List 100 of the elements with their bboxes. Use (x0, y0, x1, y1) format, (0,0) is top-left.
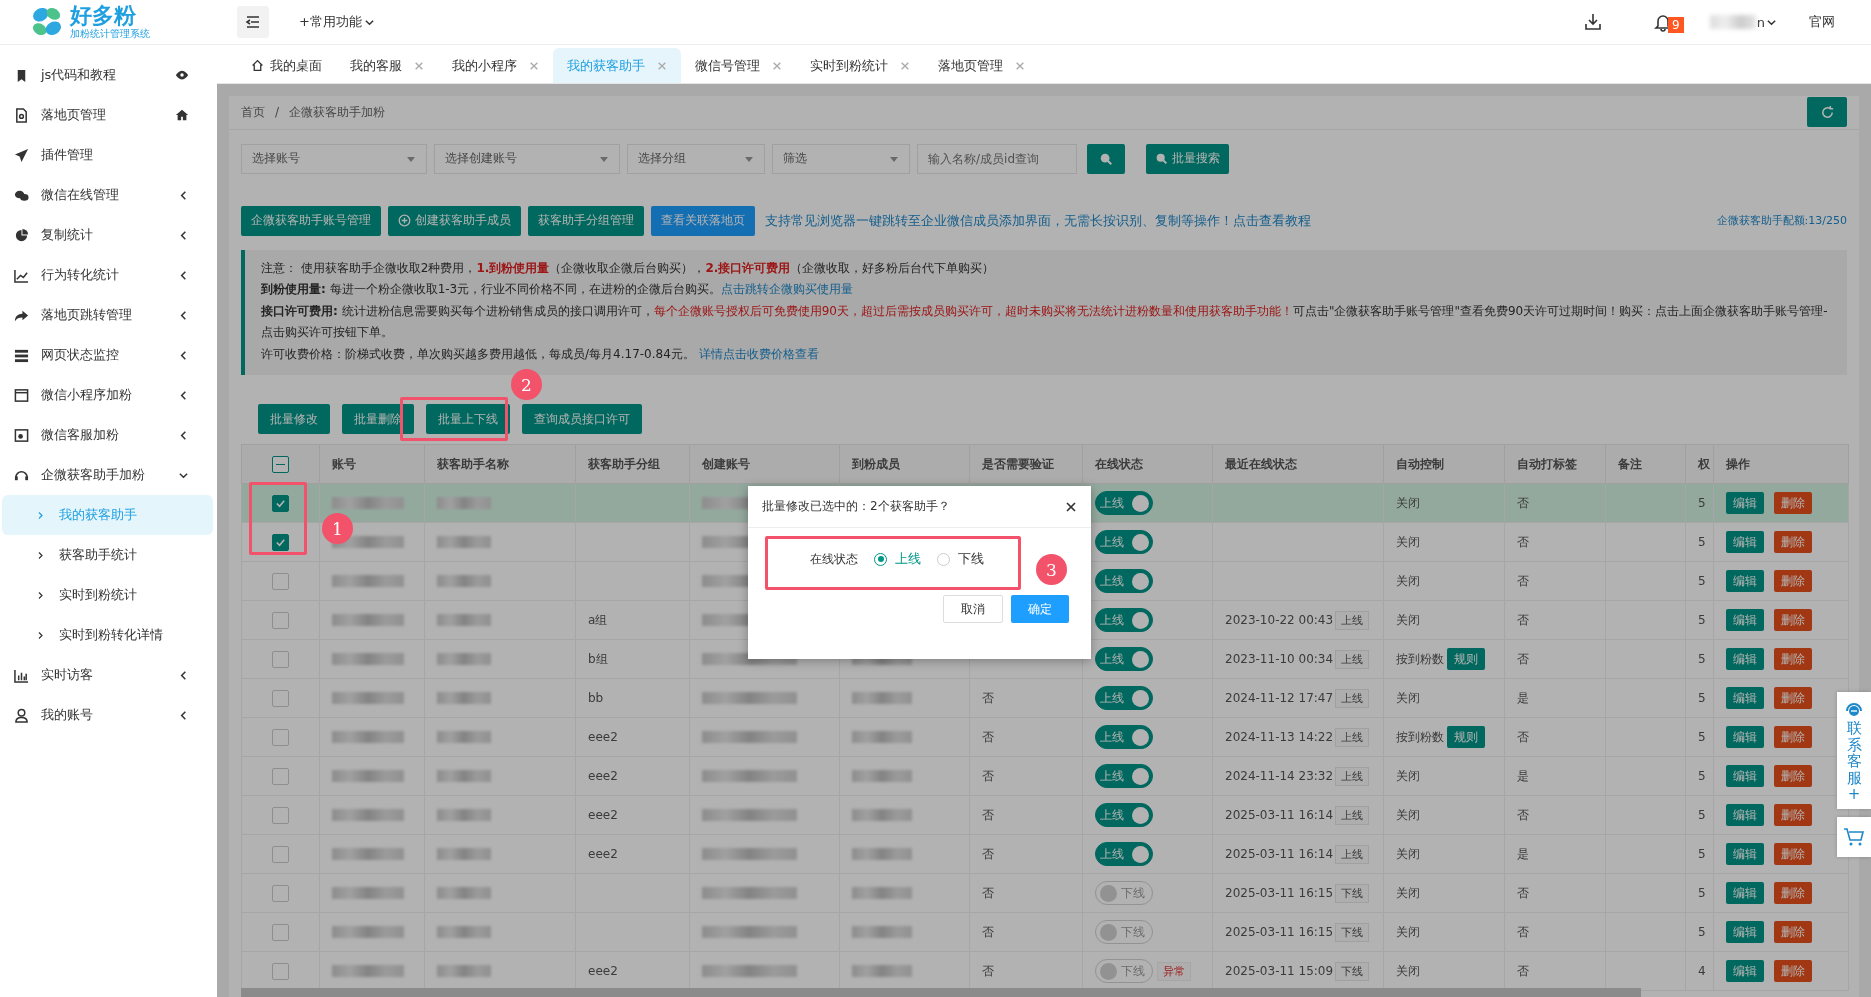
online-toggle[interactable]: 上线 (1095, 608, 1153, 632)
sidebar-item[interactable]: 微信小程序加粉 (0, 375, 217, 415)
bulk-button[interactable]: 批量修改 (258, 404, 330, 434)
action-button[interactable]: 企微获客助手账号管理 (241, 205, 381, 236)
online-toggle[interactable]: 上线 (1095, 725, 1153, 749)
row-checkbox[interactable] (272, 845, 289, 863)
batch-search-button[interactable]: 批量搜索 (1146, 143, 1229, 174)
delete-button[interactable]: 删除 (1774, 570, 1812, 592)
confirm-button[interactable]: 确定 (1011, 595, 1069, 623)
edit-button[interactable]: 编辑 (1726, 570, 1764, 592)
delete-button[interactable]: 删除 (1774, 921, 1812, 943)
row-checkbox[interactable] (272, 611, 289, 629)
online-toggle[interactable]: 上线 (1095, 569, 1153, 593)
edit-button[interactable]: 编辑 (1726, 804, 1764, 826)
sidebar-item[interactable]: 落地页跳转管理 (0, 295, 217, 335)
dropdown[interactable]: 选择分组 (627, 143, 765, 174)
action-button[interactable]: 创建获客助手成员 (388, 205, 521, 236)
sidebar-subitem[interactable]: 实时到粉转化详情 (2, 615, 213, 655)
edit-button[interactable]: 编辑 (1726, 765, 1764, 787)
sidebar-subitem[interactable]: 实时到粉统计 (2, 575, 213, 615)
scrollbar[interactable] (241, 988, 1641, 997)
notice-link[interactable]: 详情点击收费价格查看 (698, 346, 819, 361)
search-field[interactable]: 输入名称/成员id查询 (917, 143, 1077, 174)
select-all-checkbox[interactable] (272, 455, 289, 473)
edit-button[interactable]: 编辑 (1726, 726, 1764, 748)
sidebar-item[interactable]: 微信在线管理 (0, 175, 217, 215)
online-toggle[interactable]: 下线 (1095, 959, 1153, 983)
sidebar-subitem[interactable]: 获客助手统计 (2, 535, 213, 575)
edit-button[interactable]: 编辑 (1726, 687, 1764, 709)
online-toggle[interactable]: 上线 (1095, 491, 1153, 515)
sidebar-item[interactable]: 微信客服加粉 (0, 415, 217, 455)
row-checkbox[interactable] (272, 962, 289, 980)
sidebar-item[interactable]: 企微获客助手加粉 (0, 455, 217, 495)
delete-button[interactable]: 删除 (1774, 609, 1812, 631)
rule-button[interactable]: 规则 (1447, 726, 1485, 748)
row-checkbox[interactable] (272, 728, 289, 746)
delete-button[interactable]: 删除 (1774, 648, 1812, 670)
row-checkbox[interactable] (272, 689, 289, 707)
edit-button[interactable]: 编辑 (1726, 960, 1764, 982)
tab[interactable]: 落地页管理 (924, 48, 1039, 83)
delete-button[interactable]: 删除 (1774, 531, 1812, 553)
edit-button[interactable]: 编辑 (1726, 882, 1764, 904)
sidebar-item[interactable]: 插件管理 (0, 135, 217, 175)
rule-button[interactable]: 规则 (1447, 648, 1485, 670)
delete-button[interactable]: 删除 (1774, 960, 1812, 982)
tab[interactable]: 我的获客助手 (553, 48, 681, 83)
online-toggle[interactable]: 上线 (1095, 842, 1153, 866)
sidebar-item[interactable]: 落地页管理 (0, 95, 217, 135)
refresh-button[interactable] (1807, 97, 1847, 128)
menu-toggle-button[interactable] (237, 6, 269, 38)
edit-button[interactable]: 编辑 (1726, 609, 1764, 631)
breadcrumb-link[interactable]: 首页 (241, 103, 265, 121)
online-toggle[interactable]: 上线 (1095, 686, 1153, 710)
row-checkbox[interactable] (272, 494, 289, 512)
online-toggle[interactable]: 上线 (1095, 764, 1153, 788)
action-button[interactable]: 查看关联落地页 (651, 205, 755, 236)
radio-option[interactable]: 下线 (937, 550, 984, 568)
radio-option[interactable]: 上线 (874, 550, 921, 568)
tab[interactable]: 我的客服 (336, 48, 438, 83)
delete-button[interactable]: 删除 (1774, 726, 1812, 748)
cancel-button[interactable]: 取消 (943, 595, 1003, 623)
online-toggle[interactable]: 上线 (1095, 803, 1153, 827)
sidebar-item[interactable]: 实时访客 (0, 655, 217, 695)
tab[interactable]: 实时到粉统计 (796, 48, 924, 83)
tab[interactable]: 微信号管理 (681, 48, 796, 83)
tab[interactable]: 我的桌面 (237, 48, 336, 83)
delete-button[interactable]: 删除 (1774, 765, 1812, 787)
row-checkbox[interactable] (272, 884, 289, 902)
row-checkbox[interactable] (272, 650, 289, 668)
dropdown[interactable]: 筛选 (772, 143, 910, 174)
row-checkbox[interactable] (272, 533, 289, 551)
sidebar-item[interactable]: 行为转化统计 (0, 255, 217, 295)
sidebar-item[interactable]: 我的账号 (0, 695, 217, 735)
delete-button[interactable]: 删除 (1774, 804, 1812, 826)
online-toggle[interactable]: 下线 (1095, 920, 1153, 944)
sidebar-item[interactable]: 复制统计 (0, 215, 217, 255)
user-name[interactable]: n (1756, 14, 1765, 30)
bulk-button[interactable]: 批量上下线 (426, 404, 510, 434)
bulk-button[interactable]: 查询成员接口许可 (522, 404, 642, 434)
notice-link[interactable]: 点击跳转企微购买使用量 (721, 282, 854, 296)
delete-button[interactable]: 删除 (1774, 687, 1812, 709)
contact-service-panel[interactable]: 联系客服+ (1837, 692, 1871, 809)
search-button[interactable] (1087, 143, 1125, 174)
sidebar-subitem[interactable]: 我的获客助手 (2, 495, 213, 535)
action-button[interactable]: 获客助手分组管理 (528, 205, 644, 236)
row-checkbox[interactable] (272, 806, 289, 824)
breadcrumb-link[interactable]: 企微获客助手加粉 (289, 103, 386, 121)
delete-button[interactable]: 删除 (1774, 843, 1812, 865)
sidebar-item[interactable]: js代码和教程 (0, 55, 217, 95)
online-toggle[interactable]: 下线 (1095, 881, 1153, 905)
online-toggle[interactable]: 上线 (1095, 530, 1153, 554)
cart-button[interactable] (1837, 816, 1871, 857)
tutorial-link[interactable]: 支持常见浏览器一键跳转至企业微信成员添加界面，无需长按识别、复制等操作！点击查看教程 (765, 211, 1311, 230)
edit-button[interactable]: 编辑 (1726, 531, 1764, 553)
sidebar-item[interactable]: 网页状态监控 (0, 335, 217, 375)
edit-button[interactable]: 编辑 (1726, 843, 1764, 865)
row-checkbox[interactable] (272, 767, 289, 785)
quick-menu-link[interactable]: +常用功能 (299, 13, 362, 31)
row-checkbox[interactable] (272, 572, 289, 590)
tab[interactable]: 我的小程序 (438, 48, 553, 83)
